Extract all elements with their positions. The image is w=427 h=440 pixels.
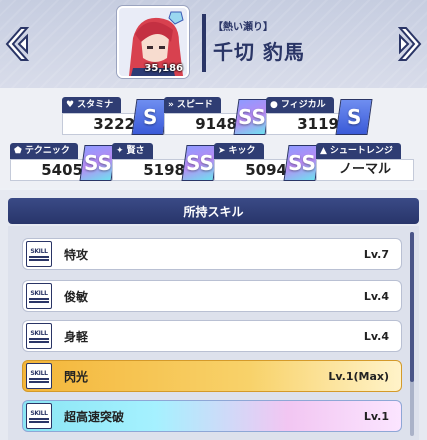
scrollbar-thumb[interactable]: [410, 232, 414, 382]
stat-stamina: ♥ スタミナ 3222 S: [62, 97, 169, 137]
pentagon-icon: ⬟: [14, 146, 22, 156]
character-subtitle: 【熱い瀬り】: [213, 22, 273, 33]
skill-level: Lv.1: [363, 409, 389, 423]
character-header: 35,186 【熱い瀬り】 千切 豹馬: [0, 0, 427, 88]
sparkle-icon: ✦: [116, 146, 124, 156]
stat-grade: SS: [233, 99, 271, 135]
stat-physical: ● フィジカル 3119 S: [266, 97, 373, 137]
stat-label: スタミナ: [77, 100, 114, 110]
speed-icon: »: [168, 100, 174, 110]
skill-badge-icon: SKILL: [26, 363, 52, 389]
stat-value: 5405: [10, 159, 90, 181]
stat-label: スピード: [176, 100, 213, 110]
stat-grade: SS: [79, 145, 117, 181]
stat-grade: SS: [181, 145, 219, 181]
chevron-right-icon: [397, 27, 422, 61]
chevron-left-icon: [5, 27, 30, 61]
stat-grade: S: [335, 99, 373, 135]
skill-level: Lv.4: [363, 329, 389, 343]
skill-level: Lv.4: [363, 289, 389, 303]
skill-name: 特攻: [64, 247, 89, 262]
next-character-button[interactable]: [395, 24, 425, 64]
triangle-icon: ▲: [320, 146, 327, 156]
stat-grade: SS: [283, 145, 321, 181]
heart-icon: ♥: [66, 100, 75, 110]
stat-value: 5094: [214, 159, 294, 181]
kick-icon: ➤: [218, 146, 226, 156]
stat-technique: ⬟ テクニック 5405 SS: [10, 143, 117, 183]
skill-name: 超高速突破: [64, 409, 125, 424]
muscle-icon: ●: [270, 100, 278, 110]
skill-item[interactable]: SKILL 超高速突破 Lv.1: [22, 400, 402, 432]
skill-level: Lv.1(Max): [328, 369, 389, 383]
portrait-power-value: 35,186: [144, 63, 183, 74]
skills-scrollbar[interactable]: [410, 232, 414, 436]
stat-value: 5198: [112, 159, 192, 181]
skill-item[interactable]: SKILL 俊敏 Lv.4: [22, 280, 402, 312]
character-portrait[interactable]: 35,186: [117, 6, 189, 78]
stat-value: 9148: [164, 113, 244, 135]
skill-item[interactable]: SKILL 身軽 Lv.4: [22, 320, 402, 352]
stat-intelligence: ✦ 賢さ 5198 SS: [112, 143, 219, 183]
skill-item[interactable]: SKILL 特攻 Lv.7: [22, 238, 402, 270]
stat-label: 賢さ: [126, 146, 145, 156]
stat-label: キック: [228, 146, 256, 156]
stat-shoot-range: ▲ シュートレンジ ノーマル: [316, 143, 420, 183]
stat-speed: » スピード 9148 SS: [164, 97, 271, 137]
skill-name: 閃光: [64, 369, 89, 384]
stat-value: 3119: [266, 113, 346, 135]
skill-level: Lv.7: [363, 247, 389, 261]
stat-value: 3222: [62, 113, 142, 135]
stat-grade: S: [131, 99, 169, 135]
stat-label: シュートレンジ: [329, 146, 393, 156]
skill-badge-icon: SKILL: [26, 283, 52, 309]
skill-name: 身軽: [64, 329, 89, 344]
skill-badge-icon: SKILL: [26, 241, 52, 267]
stat-label: テクニック: [24, 146, 70, 156]
stat-value: ノーマル: [316, 159, 414, 181]
skill-item[interactable]: SKILL 閃光 Lv.1(Max): [22, 360, 402, 392]
name-divider: [202, 14, 206, 72]
skill-name: 俊敏: [64, 289, 89, 304]
skill-badge-icon: SKILL: [26, 323, 52, 349]
skill-badge-icon: SKILL: [26, 403, 52, 429]
skills-header: 所持スキル: [8, 198, 419, 224]
character-name: 千切 豹馬: [213, 40, 305, 64]
stat-label: フィジカル: [280, 100, 326, 110]
previous-character-button[interactable]: [2, 24, 32, 64]
stat-kick: ➤ キック 5094 SS: [214, 143, 321, 183]
